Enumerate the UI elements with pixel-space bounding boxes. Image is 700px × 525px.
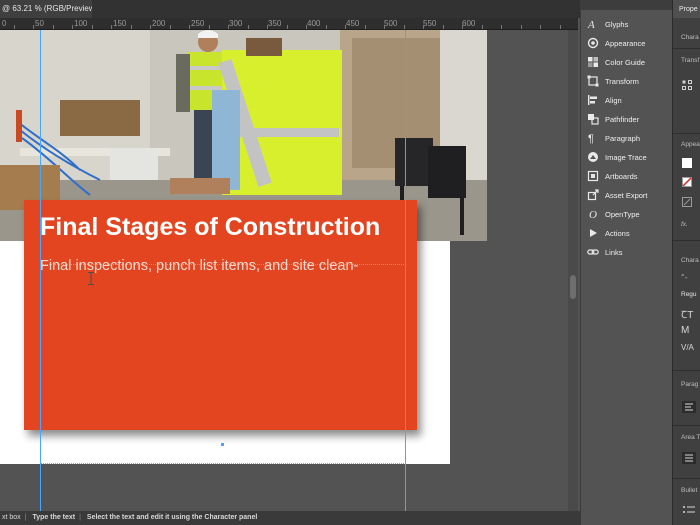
anchor-point[interactable] [221, 443, 224, 446]
panel-paragraph[interactable]: ¶ Paragraph [581, 129, 673, 147]
ruler-label: 200 [152, 19, 166, 28]
panel-color-guide[interactable]: Color Guide [581, 53, 673, 71]
status-text: Select the text and edit it using the [86, 514, 203, 521]
ruler-label: 450 [346, 19, 360, 28]
panel-label: Actions [605, 228, 630, 238]
opentype-icon: O [587, 208, 599, 220]
transform-icon [587, 75, 599, 87]
panel-label: Image Trace [605, 152, 647, 162]
ruler-label: 50 [35, 19, 44, 28]
panel-opentype[interactable]: O OpenType [581, 205, 673, 223]
panel-links[interactable]: Links [581, 243, 673, 261]
svg-text:A: A [587, 19, 595, 30]
ruler-label: 250 [191, 19, 205, 28]
props-appearance-label: Appea [681, 141, 700, 148]
panel-asset-export[interactable]: Asset Export [581, 186, 673, 204]
canvas-area[interactable]: Final Stages of Construction Final inspe… [0, 30, 578, 511]
bullets-icon[interactable] [682, 505, 696, 515]
stroke-none-icon[interactable] [682, 177, 692, 187]
scroll-thumb[interactable] [570, 275, 576, 299]
status-text: xt box [2, 514, 21, 521]
panel-label: Align [605, 95, 622, 105]
svg-text:¶: ¶ [588, 133, 594, 144]
text-cursor-icon [88, 272, 94, 285]
properties-panel: Prope Chara Transf Appea fx. Chara ⌕⌄ Re… [672, 0, 700, 525]
reference-point-icon[interactable] [682, 80, 692, 90]
glyphs-icon: A [587, 18, 599, 30]
props-transform-label: Transf [681, 57, 700, 64]
props-area-type-label: Area T [681, 434, 700, 441]
panel-label: Asset Export [605, 190, 648, 200]
pathfinder-icon [587, 113, 599, 125]
paragraph-icon: ¶ [587, 132, 599, 144]
tab-strip [92, 0, 580, 18]
horizontal-ruler[interactable]: 0 50 100 150 200 250 300 350 400 450 500… [0, 18, 578, 30]
props-paragraph-label: Parag [681, 381, 699, 388]
panel-align[interactable]: Align [581, 91, 673, 109]
guide-left[interactable] [40, 30, 41, 511]
guide-right[interactable] [405, 30, 406, 511]
asset-export-icon [587, 189, 599, 201]
panel-pathfinder[interactable]: Pathfinder [581, 110, 673, 128]
status-link[interactable]: Character panel [204, 514, 257, 521]
panel-label: Artboards [605, 171, 638, 181]
text-frame-outline[interactable] [40, 264, 406, 464]
panel-label: OpenType [605, 209, 640, 219]
kerning-icon[interactable]: M [681, 325, 689, 336]
document-tab[interactable]: @ 63.21 % (RGB/Preview) [0, 0, 92, 18]
ruler-label: 500 [384, 19, 398, 28]
ruler-label: 400 [307, 19, 321, 28]
dock-header[interactable] [581, 0, 673, 10]
appearance-icon [587, 37, 599, 49]
opacity-icon[interactable] [682, 197, 692, 207]
status-text: Type the text [32, 514, 76, 521]
panel-transform[interactable]: Transform [581, 72, 673, 90]
ruler-label: 0 [2, 19, 7, 28]
align-left-icon[interactable] [682, 401, 696, 413]
fx-icon[interactable]: fx. [681, 221, 688, 228]
panel-actions[interactable]: Actions [581, 224, 673, 242]
links-icon [587, 246, 599, 258]
panel-appearance[interactable]: Appearance [581, 34, 673, 52]
panel-label: Links [605, 247, 623, 257]
illustrator-window: @ 63.21 % (RGB/Preview) 0 50 100 150 200… [0, 0, 700, 525]
panel-label: Paragraph [605, 133, 641, 143]
ruler-label: 300 [229, 19, 243, 28]
props-bullets-label: Bullet [681, 487, 698, 494]
panel-glyphs[interactable]: A Glyphs [581, 15, 673, 33]
artboards-icon [587, 170, 599, 182]
ruler-label: 600 [462, 19, 476, 28]
image-trace-icon [587, 151, 599, 163]
svg-text:O: O [589, 209, 597, 220]
ruler-label: 100 [74, 19, 88, 28]
fill-swatch[interactable] [682, 158, 692, 168]
color-guide-icon [587, 56, 599, 68]
props-section-label: Chara [681, 34, 699, 41]
panel-label: Color Guide [605, 57, 646, 67]
tracking-icon[interactable]: V/A [681, 343, 694, 352]
panel-label: Transform [605, 76, 639, 86]
ruler-label: 550 [423, 19, 437, 28]
panel-dock: A Glyphs Appearance Color Guide Transfor… [580, 0, 673, 525]
panel-label: Pathfinder [605, 114, 640, 124]
font-size-icon[interactable]: ꞆT [681, 307, 693, 321]
panel-label: Appearance [605, 38, 646, 48]
panel-artboards[interactable]: Artboards [581, 167, 673, 185]
tab-properties[interactable]: Prope [673, 0, 700, 18]
font-style-field[interactable]: Regu [681, 291, 697, 298]
status-bar: xt box | Type the text | Select the text a… [0, 511, 580, 525]
ruler-label: 350 [268, 19, 282, 28]
panel-label: Glyphs [605, 19, 629, 29]
actions-icon [587, 227, 599, 239]
font-search-icon[interactable]: ⌕⌄ [681, 272, 688, 280]
align-icon [587, 94, 599, 106]
headline-text[interactable]: Final Stages of Construction [40, 213, 380, 242]
props-character-label: Chara [681, 257, 699, 264]
panel-image-trace[interactable]: Image Trace [581, 148, 673, 166]
area-type-icon[interactable] [682, 452, 696, 464]
ruler-label: 150 [113, 19, 127, 28]
vertical-scrollbar[interactable] [568, 30, 578, 511]
